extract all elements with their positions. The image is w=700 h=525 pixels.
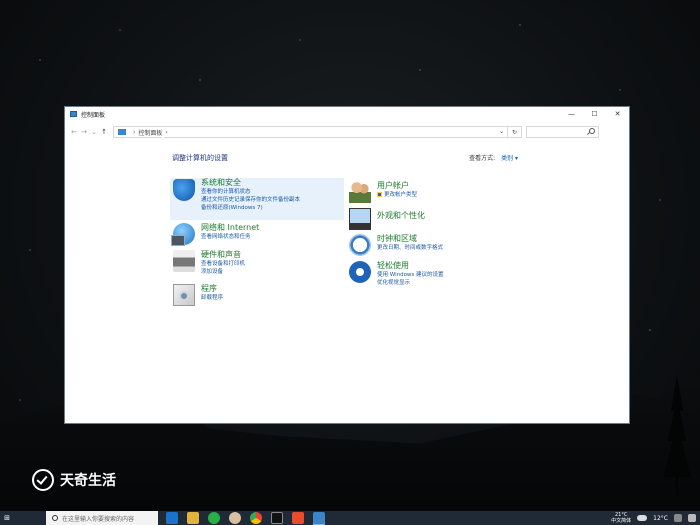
app-avatar-icon[interactable]	[229, 512, 241, 524]
search-icon	[589, 128, 595, 134]
category-appearance[interactable]: 外观和个性化	[349, 208, 425, 230]
clock-globe-icon	[349, 234, 371, 256]
title-bar[interactable]: 控制面板 — ☐ ✕	[65, 107, 629, 121]
wps-icon[interactable]	[292, 512, 304, 524]
address-bar[interactable]: › 控制面板 › ⌄	[113, 126, 508, 138]
tray-icon[interactable]	[688, 514, 696, 522]
category-link[interactable]: 添加设备	[201, 268, 245, 276]
category-title[interactable]: 时钟和区域	[377, 234, 443, 244]
shield-icon	[173, 179, 195, 201]
chrome-icon[interactable]	[250, 512, 262, 524]
view-by-dropdown[interactable]: 类别 ▾	[501, 155, 518, 162]
category-link[interactable]: 优化视觉显示	[377, 279, 444, 287]
control-panel-window: 控制面板 — ☐ ✕ ← → ⌄ ↑ › 控制面板 › ⌄ ↻ 调整计算机的设置…	[65, 107, 629, 423]
category-title[interactable]: 外观和个性化	[377, 211, 425, 221]
tray-icon[interactable]	[674, 514, 682, 522]
view-by: 查看方式: 类别 ▾	[469, 153, 518, 162]
back-button[interactable]: ←	[69, 128, 79, 136]
close-button[interactable]: ✕	[606, 107, 629, 121]
window-title: 控制面板	[81, 111, 106, 119]
watermark-logo-icon	[32, 469, 54, 491]
breadcrumb-control-panel[interactable]: 控制面板	[138, 128, 162, 137]
category-hardware-sound[interactable]: 硬件和声音 查看设备和打印机 添加设备	[173, 250, 245, 276]
category-link[interactable]: 查看你的计算机状态	[201, 188, 300, 196]
category-link[interactable]: 查看设备和打印机	[201, 260, 245, 268]
up-button[interactable]: ↑	[99, 128, 109, 136]
category-ease-of-access[interactable]: 轻松使用 使用 Windows 建议的设置 优化视觉显示	[349, 261, 444, 287]
programs-disc-icon	[173, 284, 195, 306]
category-link[interactable]: 使用 Windows 建议的设置	[377, 271, 444, 279]
taskbar-apps	[166, 512, 325, 524]
watermark: 天奇生活	[32, 469, 116, 491]
search-input[interactable]	[526, 126, 599, 138]
category-title[interactable]: 轻松使用	[377, 261, 444, 271]
address-dropdown-icon[interactable]: ⌄	[499, 128, 504, 135]
minimize-button[interactable]: —	[560, 107, 583, 121]
search-icon	[52, 515, 58, 521]
start-button[interactable]: ⊞	[0, 511, 14, 525]
app-shield-icon[interactable]	[166, 512, 178, 524]
category-title[interactable]: 网络和 Internet	[201, 223, 259, 233]
users-icon	[349, 181, 371, 203]
category-link[interactable]: 更改帐户类型	[377, 191, 417, 199]
category-link[interactable]: 卸载程序	[201, 294, 223, 302]
capcut-icon[interactable]	[271, 512, 283, 524]
category-programs[interactable]: 程序 卸载程序	[173, 284, 223, 306]
watermark-text: 天奇生活	[60, 473, 116, 489]
category-user-accounts[interactable]: 用户帐户 更改帐户类型	[349, 181, 417, 203]
breadcrumb-separator[interactable]: ›	[133, 129, 135, 136]
ease-of-access-icon	[349, 261, 371, 283]
weather-cloud-icon[interactable]	[637, 515, 648, 521]
control-panel-icon	[70, 111, 77, 117]
mouse-cursor-icon	[160, 135, 166, 143]
category-clock-region[interactable]: 时钟和区域 更改日期、时间或数字格式	[349, 234, 443, 256]
printer-icon	[173, 250, 195, 272]
taskbar-search-input[interactable]: 在这里输入你要搜索的内容	[46, 511, 158, 525]
network-globe-icon	[171, 223, 195, 246]
page-title: 调整计算机的设置	[172, 154, 228, 162]
category-link[interactable]: 备份和还原(Windows 7)	[201, 204, 300, 212]
weather-temperature[interactable]: 12°C	[653, 515, 668, 522]
control-panel-taskbar-icon[interactable]	[313, 512, 325, 524]
uac-shield-icon	[377, 192, 382, 197]
appearance-monitor-icon	[349, 208, 371, 230]
category-title[interactable]: 系统和安全	[201, 178, 300, 188]
category-network[interactable]: 网络和 Internet 查看网络状态和任务	[171, 223, 259, 246]
refresh-button[interactable]: ↻	[508, 126, 522, 138]
taskbar: ⊞ 在这里输入你要搜索的内容 21°C 中文简体 12°C	[0, 511, 700, 525]
taskbar-search-placeholder: 在这里输入你要搜索的内容	[62, 515, 135, 523]
category-link[interactable]: 查看网络状态和任务	[201, 233, 259, 241]
view-by-label: 查看方式:	[469, 155, 496, 162]
category-title[interactable]: 用户帐户	[377, 181, 417, 191]
recent-locations-button[interactable]: ⌄	[89, 128, 99, 136]
category-link[interactable]: 通过文件历史记录保存你的文件备份副本	[201, 196, 300, 204]
wechat-icon[interactable]	[208, 512, 220, 524]
tray-clock[interactable]: 21°C 中文简体	[611, 512, 631, 524]
control-panel-icon	[118, 129, 126, 135]
file-explorer-icon[interactable]	[187, 512, 199, 524]
address-row: ← → ⌄ ↑ › 控制面板 › ⌄ ↻	[65, 124, 629, 140]
category-system-security[interactable]: 系统和安全 查看你的计算机状态 通过文件历史记录保存你的文件备份副本 备份和还原…	[170, 178, 344, 220]
category-title[interactable]: 硬件和声音	[201, 250, 245, 260]
category-link[interactable]: 更改日期、时间或数字格式	[377, 244, 443, 252]
category-title[interactable]: 程序	[201, 284, 223, 294]
maximize-button[interactable]: ☐	[583, 107, 606, 121]
system-tray: 21°C 中文简体 12°C	[611, 511, 700, 525]
tray-bottom-text: 中文简体	[611, 518, 632, 524]
forward-button[interactable]: →	[79, 128, 89, 136]
